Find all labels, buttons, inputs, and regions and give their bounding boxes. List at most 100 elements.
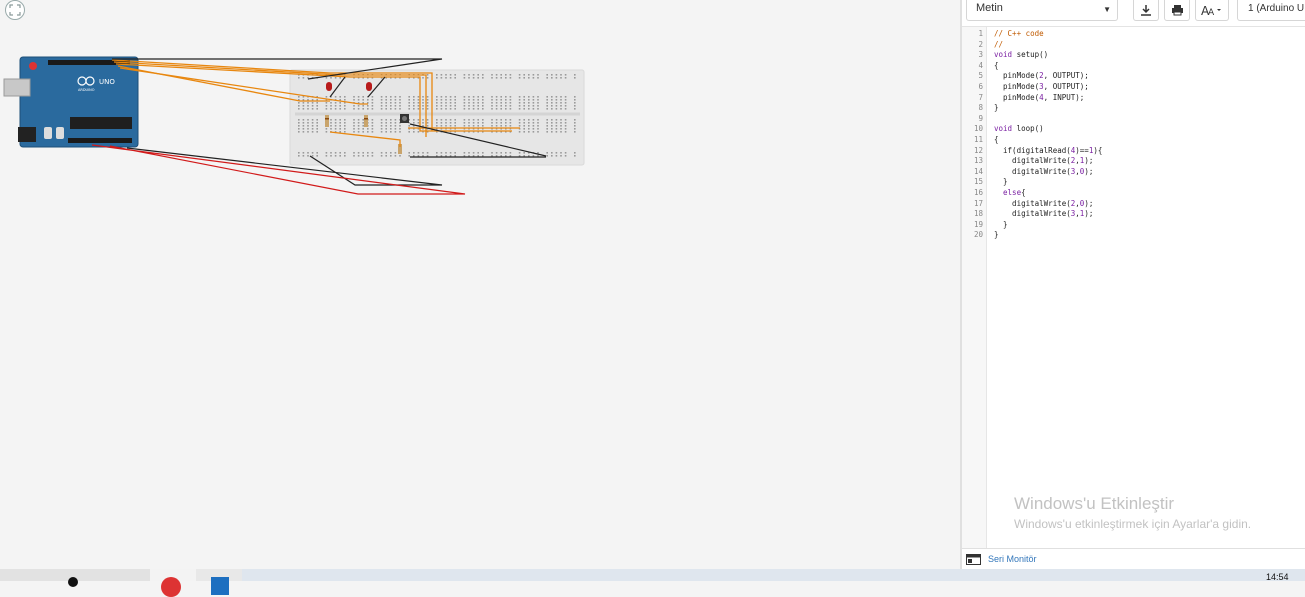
breadboard-hole [440,155,443,157]
led-1[interactable] [326,82,332,91]
breadboard-hole [491,155,493,157]
breadboard-hole [546,108,548,110]
code-line[interactable]: pinMode(3, OUTPUT); [994,82,1089,91]
serial-monitor-label[interactable]: Seri Monitör [988,554,1037,564]
breadboard-hole [505,77,507,79]
breadboard-hole [440,152,443,154]
breadboard-hole [353,108,355,110]
code-line[interactable]: if(digitalRead(4)==1){ [994,146,1102,155]
breadboard-hole [555,74,558,76]
breadboard-hole [482,96,484,98]
breadboard-hole [390,152,392,154]
breadboard-hole [362,128,364,130]
line-number: 3 [978,50,983,60]
cortana-icon[interactable] [68,577,78,587]
device-select[interactable]: 1 (Arduino U [1237,0,1305,21]
breadboard-hole [380,99,383,101]
breadboard-hole [311,128,314,130]
breadboard-hole [555,105,558,107]
code-line[interactable]: digitalWrite(2,0); [994,199,1093,208]
breadboard-hole [532,128,535,130]
breadboard-hole [307,122,309,124]
breadboard-hole [468,77,470,79]
breadboard-hole [564,96,567,98]
code-line[interactable]: // C++ code [994,29,1044,38]
breadboard-hole [482,119,484,121]
code-line[interactable]: } [994,177,1008,186]
font-size-button[interactable]: AA [1195,0,1229,21]
breadboard-hole [532,99,535,101]
breadboard-hole [537,131,539,133]
code-text-area[interactable]: 1 2 3 4 5 6 7 8 9 10 11 12 13 14 15 16 17 18 19 20 // C++ c… [962,27,1305,548]
breadboard-hole [426,122,429,124]
breadboard-hole [426,105,429,107]
breadboard-hole [316,105,318,107]
breadboard-hole [413,96,415,98]
breadboard-hole [491,105,493,107]
breadboard-hole [463,119,466,121]
code-line[interactable]: digitalWrite(3,1); [994,209,1093,218]
breadboard-hole [509,105,512,107]
breadboard-hole [472,108,475,110]
breadboard-hole [302,131,305,133]
breadboard-hole [509,119,512,121]
code-line[interactable]: } [994,220,1008,229]
code-line[interactable]: pinMode(4, INPUT); [994,93,1084,102]
download-button[interactable] [1133,0,1159,21]
taskbar-app-2[interactable] [196,569,242,595]
breadboard-hole [537,99,539,101]
breadboard-hole [353,152,355,154]
code-line[interactable]: } [994,103,999,112]
push-button[interactable] [400,114,409,123]
code-line[interactable]: pinMode(2, OUTPUT); [994,71,1089,80]
breadboard-hole [394,96,397,98]
resistor-2[interactable] [364,115,368,127]
breadboard-hole [330,125,332,127]
breadboard-hole [472,77,475,79]
led-2[interactable] [366,82,372,91]
code-line[interactable]: else{ [994,188,1026,197]
breadboard-hole [551,99,553,101]
breadboard-hole [449,99,452,101]
breadboard-hole [491,77,493,79]
code-line[interactable]: digitalWrite(2,1); [994,156,1093,165]
taskbar-search-area[interactable] [0,569,150,587]
code-line[interactable]: { [994,61,999,70]
breadboard-hole [413,108,415,110]
breadboard-hole [307,119,309,121]
breadboard-hole [463,74,466,76]
breadboard-hole [426,125,429,127]
code-line[interactable]: // [994,40,1003,49]
breadboard-hole [505,96,507,98]
breadboard-hole [380,131,383,133]
breadboard-hole [477,125,479,127]
breadboard[interactable] [289,69,585,166]
breadboard-hole [380,152,383,154]
breadboard-hole [564,77,567,79]
breadboard-hole [518,122,521,124]
line-number: 15 [973,177,983,187]
breadboard-hole [528,155,530,157]
code-line[interactable]: } [994,230,999,239]
resistor-1[interactable] [325,115,329,127]
taskbar-app-chrome[interactable] [150,569,196,597]
breadboard-hole [307,152,309,154]
code-line[interactable]: void setup() [994,50,1048,59]
reset-button[interactable] [29,62,37,70]
circuit-canvas[interactable]: UNO ARDUINO [0,0,960,569]
editor-toolbar: Metin ▼ AA 1 (Arduino U [962,0,1305,27]
breadboard-hole [555,102,558,104]
breadboard-hole [564,122,567,124]
code-line[interactable]: { [994,135,999,144]
print-button[interactable] [1164,0,1190,21]
code-line[interactable]: digitalWrite(3,0); [994,167,1093,176]
breadboard-hole [417,131,420,133]
serial-monitor-bar[interactable]: Seri Monitör [962,548,1305,570]
arduino-uno-board[interactable]: UNO ARDUINO [3,56,139,148]
breadboard-hole [463,102,466,104]
breadboard-hole [357,96,360,98]
code-mode-select[interactable]: Metin ▼ [966,0,1118,21]
breadboard-hole [413,99,415,101]
breadboard-hole [546,77,548,79]
code-line[interactable]: void loop() [994,124,1044,133]
